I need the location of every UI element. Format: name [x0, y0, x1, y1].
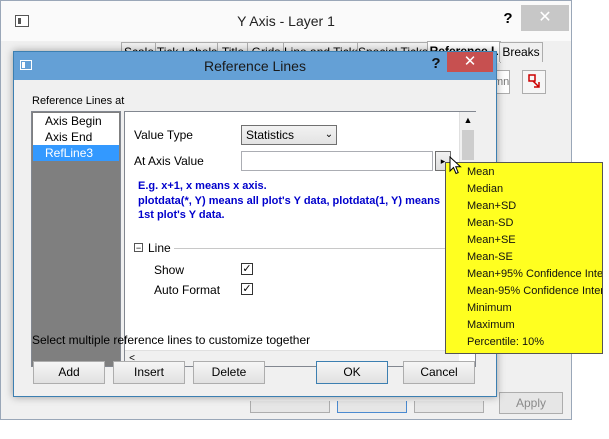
- delete-button[interactable]: Delete: [193, 361, 265, 384]
- auto-format-checkbox[interactable]: ✓: [241, 283, 253, 295]
- close-button[interactable]: ✕: [447, 52, 493, 72]
- pick-data-icon: [528, 74, 540, 88]
- help-icon[interactable]: ?: [427, 55, 445, 72]
- option-mean-minus-95-ci[interactable]: Mean-95% Confidence Interval: [467, 283, 602, 300]
- back-ok-button[interactable]: [337, 401, 407, 413]
- cancel-button[interactable]: Cancel: [403, 361, 475, 384]
- option-mean-minus-sd[interactable]: Mean-SD: [467, 215, 513, 232]
- reference-lines-dialog: Reference Lines ? ✕ Reference Lines at A…: [13, 51, 497, 397]
- list-item-axis-begin[interactable]: Axis Begin: [33, 113, 119, 129]
- option-mean-plus-sd[interactable]: Mean+SD: [467, 198, 516, 215]
- close-button[interactable]: ✕: [521, 5, 569, 31]
- footer-hint: Select multiple reference lines to custo…: [32, 333, 311, 347]
- line-group-header: − Line: [134, 241, 450, 256]
- apply-button[interactable]: Apply: [499, 392, 563, 414]
- option-mean-minus-se[interactable]: Mean-SE: [467, 249, 513, 266]
- reference-lines-label: Reference Lines at: [32, 95, 125, 107]
- value-type-label: Value Type: [134, 128, 193, 142]
- axis-value-input[interactable]: [241, 151, 433, 171]
- mouse-cursor-icon: [449, 156, 462, 175]
- help-icon[interactable]: ?: [498, 10, 518, 27]
- back-button[interactable]: [250, 401, 330, 413]
- hint-line: E.g. x+1, x means x axis.: [138, 180, 267, 192]
- add-button[interactable]: Add: [33, 361, 105, 384]
- y-axis-window-title: Y Axis - Layer 1: [237, 13, 335, 29]
- auto-format-label: Auto Format: [154, 283, 221, 297]
- hint-text: E.g. x+1, x means x axis. plotdata(*, Y)…: [138, 179, 448, 223]
- show-label: Show: [154, 263, 185, 277]
- reference-line-settings-panel: Value Type Statistics ⌄ At Axis Value ▸ …: [124, 111, 476, 367]
- option-median[interactable]: Median: [467, 181, 503, 198]
- list-item-axis-end[interactable]: Axis End: [33, 129, 119, 145]
- line-group-label: Line: [148, 241, 171, 255]
- collapse-icon[interactable]: −: [134, 243, 143, 253]
- hint-line: plotdata(*, Y) means all plot's Y data, …: [138, 194, 440, 207]
- option-maximum[interactable]: Maximum: [467, 317, 515, 334]
- chevron-down-icon: ⌄: [324, 129, 334, 140]
- back-cancel-button[interactable]: [414, 401, 484, 413]
- value-type-value: Statistics: [246, 128, 295, 142]
- scrollbar-thumb[interactable]: [462, 130, 474, 160]
- insert-button[interactable]: Insert: [113, 361, 185, 384]
- show-checkbox[interactable]: ✓: [241, 263, 253, 275]
- scroll-up-icon[interactable]: ▲: [460, 112, 476, 128]
- ok-button[interactable]: OK: [316, 361, 388, 384]
- value-type-select[interactable]: Statistics ⌄: [241, 125, 337, 145]
- option-percentile[interactable]: Percentile: 10%: [467, 334, 544, 351]
- axis-value-options-popup: Mean Median Mean+SD Mean-SD Mean+SE Mean…: [445, 162, 603, 354]
- option-mean-plus-95-ci[interactable]: Mean+95% Confidence Interval: [467, 266, 602, 283]
- option-minimum[interactable]: Minimum: [467, 300, 512, 317]
- reference-lines-titlebar[interactable]: Reference Lines ? ✕: [14, 52, 496, 80]
- dialog-title: Reference Lines: [204, 58, 306, 74]
- list-item-refline3[interactable]: RefLine3: [33, 145, 119, 161]
- tab-breaks[interactable]: Breaks: [499, 42, 543, 62]
- group-divider: [174, 248, 450, 249]
- y-axis-titlebar[interactable]: Y Axis - Layer 1 ? ✕: [1, 1, 571, 41]
- reference-lines-list[interactable]: Axis Begin Axis End RefLine3: [31, 111, 121, 367]
- pick-data-button[interactable]: [522, 70, 546, 94]
- hint-line: 1st plot's Y data.: [138, 209, 225, 221]
- axis-value-label: At Axis Value: [134, 154, 204, 168]
- option-mean[interactable]: Mean: [467, 164, 495, 181]
- option-mean-plus-se[interactable]: Mean+SE: [467, 232, 516, 249]
